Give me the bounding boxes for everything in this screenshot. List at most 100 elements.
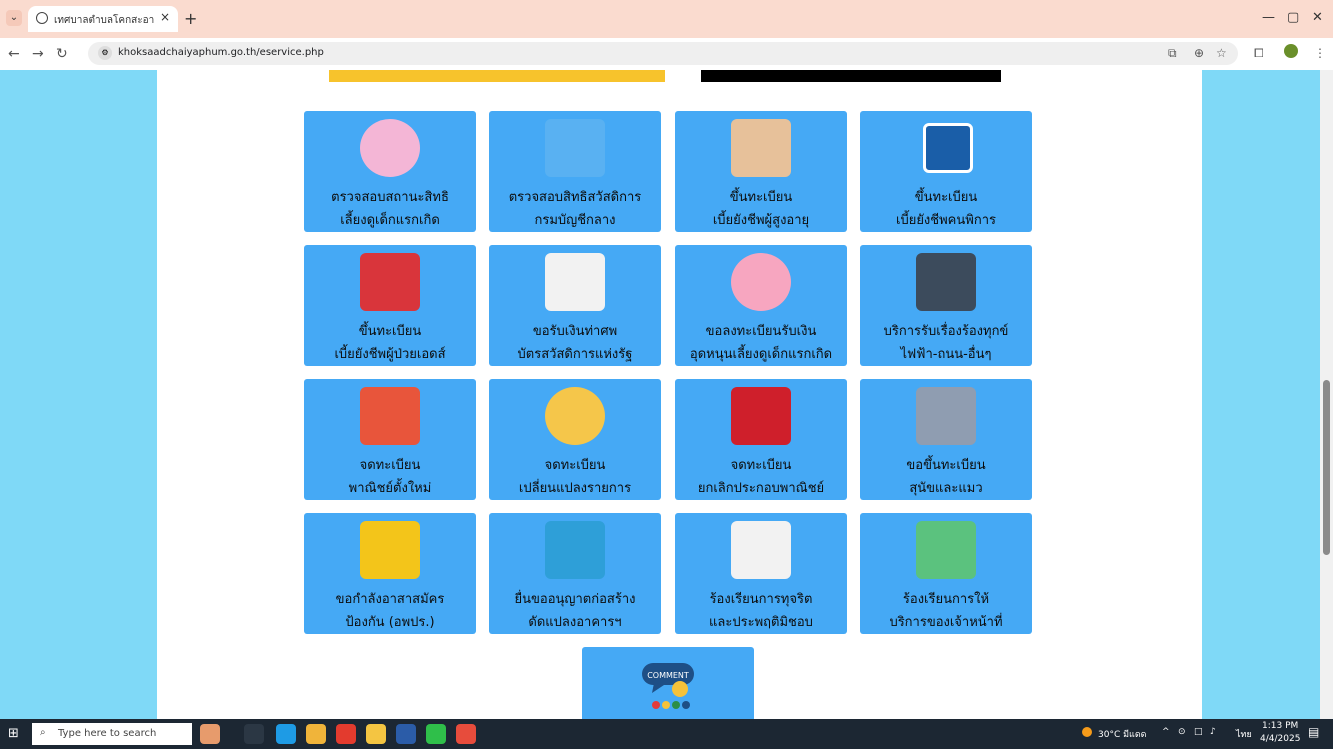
weather-icon: [1082, 727, 1092, 737]
aids-ribbon-icon: [360, 253, 420, 311]
browser-tab[interactable]: เทศบาลตำบลโคกสะอาด อำเภอหนอง ×: [28, 6, 178, 32]
forward-icon[interactable]: →: [32, 46, 44, 62]
chat-bubbles-icon: [916, 521, 976, 579]
weather-text[interactable]: 30°C มีแดด: [1098, 727, 1147, 741]
service-card[interactable]: ขอลงทะเบียนรับเงิน อุดหนุนเลี้ยงดูเด็กแรก…: [675, 245, 847, 366]
new-tab-icon[interactable]: +: [184, 9, 197, 28]
line-app-icon[interactable]: [426, 724, 446, 744]
tray-network-icon[interactable]: ⊙: [1178, 727, 1186, 737]
page-viewport: ตรวจสอบสถานะสิทธิ เลี้ยงดูเด็กแรกเกิด ตรวจ…: [0, 70, 1333, 719]
shop-cancelled-icon: [731, 387, 791, 445]
input-language[interactable]: ไทย: [1236, 727, 1252, 741]
windows-taskbar: ⊞ ⌕ Type here to search 30°C มีแดด ^ ⊙ □…: [0, 719, 1333, 749]
service-card[interactable]: จดทะเบียนเปลี่ยนแปลงรายการ: [489, 379, 661, 500]
reload-icon[interactable]: ↻: [56, 46, 68, 62]
scrollbar-thumb[interactable]: [1323, 380, 1330, 555]
service-subtitle: เลี้ยงดูเด็กแรกเกิด: [340, 213, 440, 228]
service-card[interactable]: ยื่นขออนุญาตก่อสร้าง ดัดแปลงอาคารฯ: [489, 513, 661, 634]
service-subtitle: สุนัขและแมว: [909, 481, 983, 496]
svg-text:COMMENT: COMMENT: [647, 671, 689, 680]
service-card[interactable]: ขึ้นทะเบียนเบี้ยยังชีพผู้สูงอายุ: [675, 111, 847, 232]
minimize-icon[interactable]: —: [1262, 10, 1275, 25]
service-card[interactable]: ขอขึ้นทะเบียนสุนัขและแมว: [860, 379, 1032, 500]
service-title: ขึ้นทะเบียน: [729, 190, 793, 205]
globe-icon: [36, 12, 48, 24]
service-subtitle: พาณิชย์ตั้งใหม่: [348, 481, 432, 496]
service-card[interactable]: ร้องเรียนการให้ บริการของเจ้าหน้าที่: [860, 513, 1032, 634]
extensions-icon[interactable]: ⧠: [1254, 46, 1264, 61]
service-card[interactable]: ตรวจสอบสิทธิสวัสดิการกรมบัญชีกลาง: [489, 111, 661, 232]
service-title: ร้องเรียนการทุจริต: [709, 592, 813, 607]
file-explorer-icon[interactable]: [366, 724, 386, 744]
taskbar-search-input[interactable]: ⌕ Type here to search: [32, 723, 192, 745]
yellow-banner-bottom: [329, 70, 665, 82]
service-subtitle: กรมบัญชีกลาง: [534, 213, 616, 228]
service-title: ขอขึ้นทะเบียน: [906, 458, 986, 473]
site-info-icon[interactable]: ⚙: [98, 46, 112, 60]
volunteer-emblem-icon: [360, 521, 420, 579]
clock-date[interactable]: 4/4/2025: [1260, 734, 1300, 744]
notification-icon[interactable]: ▤: [1308, 725, 1319, 739]
service-subtitle: เปลี่ยนแปลงรายการ: [518, 481, 632, 496]
chrome-icon[interactable]: [306, 724, 326, 744]
translate-icon[interactable]: ⧉: [1168, 46, 1177, 61]
service-title: ตรวจสอบสิทธิสวัสดิการ: [508, 190, 642, 205]
word-icon[interactable]: [396, 724, 416, 744]
service-subtitle: เบี้ยยังชีพผู้ป่วยเอดส์: [334, 347, 446, 362]
zoom-icon[interactable]: ⊕: [1194, 46, 1204, 60]
service-card[interactable]: ตรวจสอบสถานะสิทธิ เลี้ยงดูเด็กแรกเกิด: [304, 111, 476, 232]
profile-avatar[interactable]: [1284, 44, 1298, 58]
store-change-icon: [545, 387, 605, 445]
page-scrollbar[interactable]: [1320, 70, 1333, 719]
service-title: จดทะเบียน: [544, 458, 606, 473]
service-card[interactable]: บริการรับเรื่องร้องทุกข์ ไฟฟ้า-ถนน-อื่นๆ: [860, 245, 1032, 366]
page-body: ตรวจสอบสถานะสิทธิ เลี้ยงดูเด็กแรกเกิด ตรวจ…: [157, 70, 1202, 719]
service-subtitle: เบี้ยยังชีพผู้สูงอายุ: [712, 213, 810, 228]
url-text: khoksaadchaiyaphum.go.th/eservice.php: [118, 47, 324, 58]
service-card[interactable]: ร้องเรียนการทุจริต และประพฤติมิชอบ: [675, 513, 847, 634]
close-window-icon[interactable]: ✕: [1312, 10, 1323, 25]
bookmark-star-icon[interactable]: ☆: [1216, 46, 1227, 60]
id-card-icon: [545, 253, 605, 311]
wheelchair-icon: [923, 123, 973, 173]
task-view-icon[interactable]: [244, 724, 264, 744]
close-tab-icon[interactable]: ×: [160, 10, 170, 24]
clock-time[interactable]: 1:13 PM: [1262, 721, 1298, 731]
edge-icon[interactable]: [276, 724, 296, 744]
tray-chevron-icon[interactable]: ^: [1162, 727, 1170, 737]
search-icon: ⌕: [40, 727, 46, 738]
tab-search-icon[interactable]: ⌄: [6, 10, 22, 26]
service-card[interactable]: ขอรับเงินท่าศพ บัตรสวัสดิการแห่งรัฐ: [489, 245, 661, 366]
service-subtitle: ป้องกัน (อพปร.): [345, 615, 435, 630]
service-card[interactable]: ขอกำลังอาสาสมัครป้องกัน (อพปร.): [304, 513, 476, 634]
chrome-app-icon[interactable]: [456, 724, 476, 744]
tray-display-icon[interactable]: □: [1194, 727, 1203, 737]
service-card[interactable]: ขึ้นทะเบียน เบี้ยยังชีพคนพิการ: [860, 111, 1032, 232]
youtube-icon[interactable]: [336, 724, 356, 744]
service-title: ขอรับเงินท่าศพ: [532, 324, 618, 339]
service-title: ขึ้นทะเบียน: [358, 324, 422, 339]
service-card[interactable]: จดทะเบียน พาณิชย์ตั้งใหม่: [304, 379, 476, 500]
back-icon[interactable]: ←: [8, 46, 20, 62]
service-title: ขอกำลังอาสาสมัคร: [335, 592, 445, 607]
windows-start-icon[interactable]: ⊞: [8, 726, 19, 741]
volume-icon[interactable]: ♪: [1210, 727, 1216, 737]
service-title: ยื่นขออนุญาตก่อสร้าง: [514, 592, 636, 607]
restore-icon[interactable]: ▢: [1287, 10, 1299, 25]
service-title: ขึ้นทะเบียน: [914, 190, 978, 205]
comment-card[interactable]: COMMENT: [582, 647, 754, 719]
service-title: ขอลงทะเบียนรับเงิน: [705, 324, 817, 339]
utilities-icon: [916, 253, 976, 311]
mother-baby-icon: [360, 119, 420, 177]
no-corruption-icon: [731, 521, 791, 579]
service-card[interactable]: ขึ้นทะเบียนเบี้ยยังชีพผู้ป่วยเอดส์: [304, 245, 476, 366]
service-title: ร้องเรียนการให้: [902, 592, 990, 607]
service-card[interactable]: จดทะเบียน ยกเลิกประกอบพาณิชย์: [675, 379, 847, 500]
menu-kebab-icon[interactable]: ⋮: [1314, 46, 1326, 60]
new-shop-icon: [360, 387, 420, 445]
url-input[interactable]: ⚙ khoksaadchaiyaphum.go.th/eservice.php: [88, 42, 1238, 65]
service-title: จดทะเบียน: [730, 458, 792, 473]
news-widget-icon[interactable]: [200, 724, 220, 744]
search-placeholder: Type here to search: [58, 728, 157, 739]
service-title: บริการรับเรื่องร้องทุกข์: [883, 324, 1009, 339]
